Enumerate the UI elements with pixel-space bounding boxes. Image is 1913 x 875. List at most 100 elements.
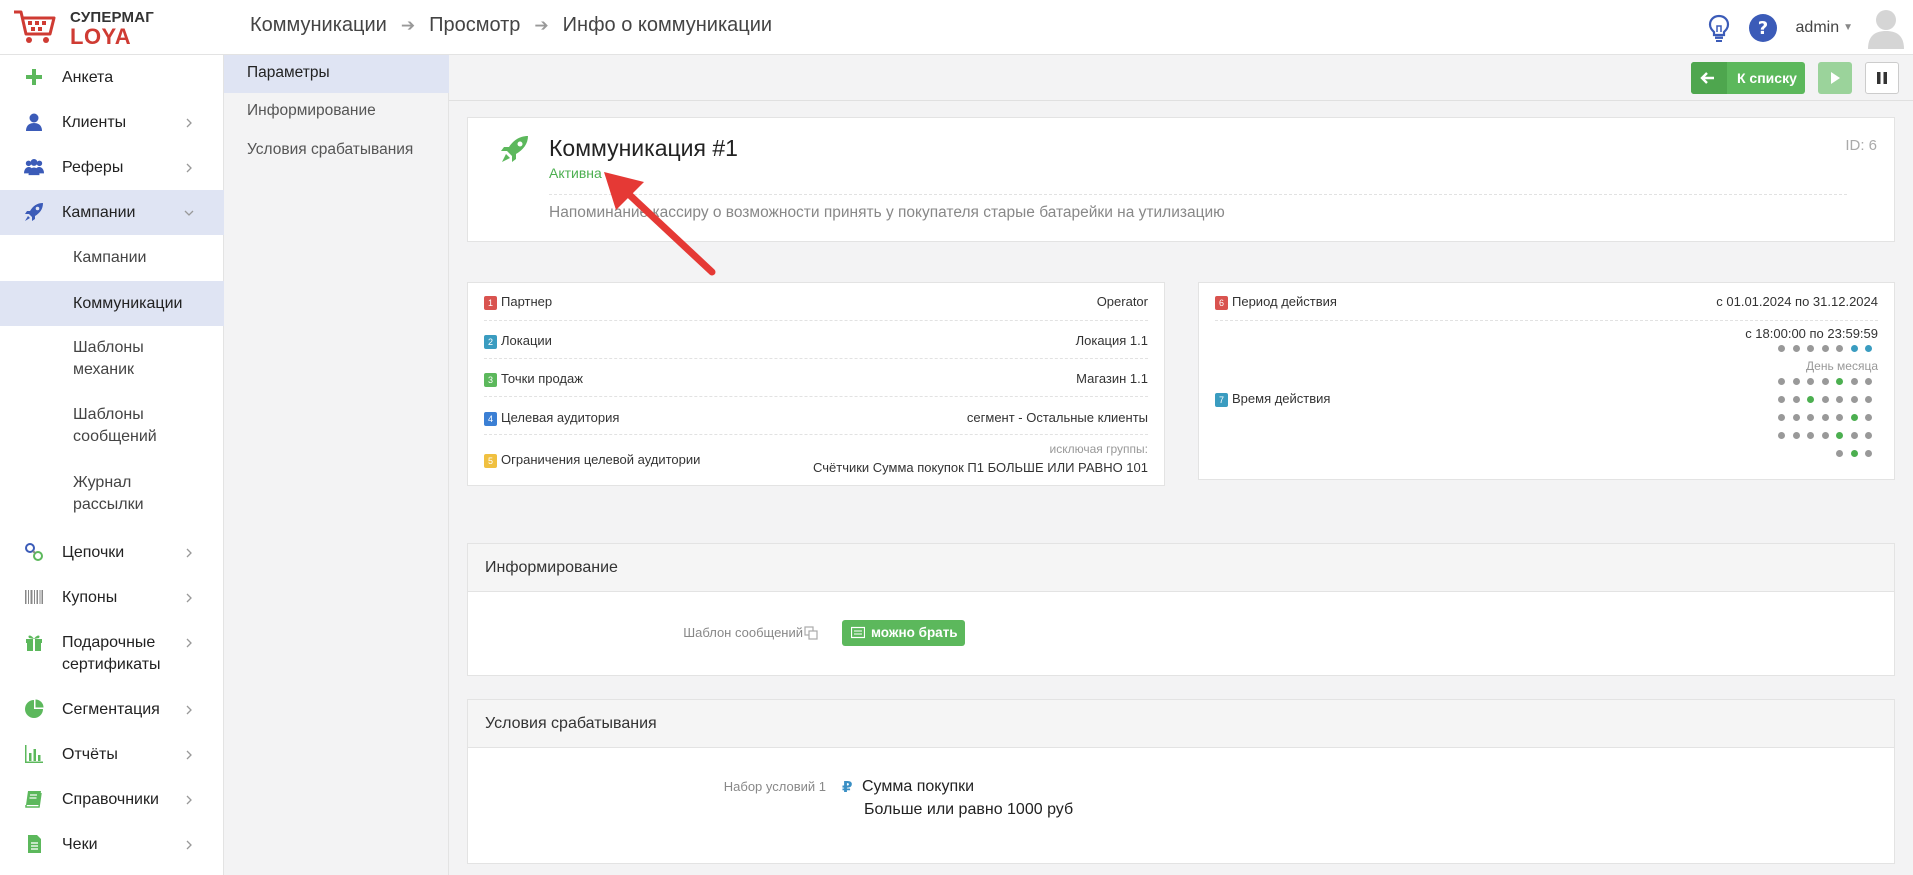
sidebar-item-directories[interactable]: Справочники bbox=[0, 787, 224, 813]
user-menu[interactable]: admin bbox=[1796, 19, 1840, 37]
month-day-dot bbox=[1865, 432, 1872, 439]
param-value: Локация 1.1 bbox=[1075, 333, 1148, 348]
sidebar-subitem-message-templates[interactable]: Шаблоны сообщений bbox=[0, 403, 224, 451]
communication-description: Напоминание кассиру о возможности принят… bbox=[549, 204, 1225, 221]
param-value: с 18:00:00 по 23:59:59 bbox=[1745, 326, 1878, 341]
plus-icon bbox=[26, 69, 42, 85]
sidebar-item-clients[interactable]: Клиенты bbox=[0, 110, 224, 136]
users-icon bbox=[24, 159, 44, 176]
run-button[interactable] bbox=[1818, 62, 1852, 94]
month-day-dot bbox=[1821, 432, 1829, 439]
barcode-icon bbox=[25, 590, 43, 604]
weekday-dot bbox=[1792, 345, 1800, 352]
arrow-right-icon: ➔ bbox=[534, 15, 549, 35]
sidebar-subitem-mailing-log[interactable]: Журнал рассылки bbox=[0, 471, 224, 519]
breadcrumb-item-communications[interactable]: Коммуникации bbox=[250, 14, 387, 37]
sidebar-item-segmentation[interactable]: Сегментация bbox=[0, 697, 224, 723]
caret-down-icon[interactable]: ▼ bbox=[1843, 22, 1853, 33]
chain-icon bbox=[25, 543, 43, 561]
param-value: Счётчики Сумма покупок П1 БОЛЬШЕ ИЛИ РАВ… bbox=[813, 460, 1148, 475]
section-tab-informing[interactable]: Информирование bbox=[224, 93, 449, 131]
month-day-dot bbox=[1807, 396, 1814, 403]
avatar[interactable] bbox=[1867, 7, 1905, 49]
arrow-right-icon: ➔ bbox=[400, 15, 416, 35]
month-day-dot bbox=[1792, 414, 1800, 421]
sidebar-item-reports[interactable]: Отчёты bbox=[0, 742, 224, 768]
param-row-time: 7 Время действия с 18:00:00 по 23:59:59 Д… bbox=[1215, 321, 1878, 479]
param-number-badge: 1 bbox=[484, 295, 497, 310]
chevron-right-icon bbox=[186, 840, 192, 850]
pie-chart-icon bbox=[25, 699, 44, 718]
sidebar-item-campaigns[interactable]: Кампании bbox=[0, 190, 224, 235]
param-label-text: Целевая аудитория bbox=[501, 410, 620, 425]
panel-header: Информирование bbox=[468, 544, 1894, 592]
sidebar-item-label: Цепочки bbox=[62, 544, 125, 561]
sidebar-item-label: Купоны bbox=[62, 589, 118, 606]
param-label: 7 Время действия bbox=[1215, 391, 1330, 407]
param-value: с 01.01.2024 по 31.12.2024 bbox=[1716, 294, 1878, 309]
breadcrumb-item-view[interactable]: Просмотр bbox=[429, 14, 520, 37]
pause-button[interactable] bbox=[1865, 62, 1899, 94]
param-row-points-of-sale: 3 Точки продаж Магазин 1.1 bbox=[484, 359, 1148, 397]
section-tab-conditions[interactable]: Условия срабатывания bbox=[224, 132, 449, 170]
chevron-right-icon bbox=[186, 795, 192, 805]
sidebar-item-label: Чеки bbox=[62, 836, 98, 853]
param-label: 6 Период действия bbox=[1215, 294, 1337, 310]
month-day-dots bbox=[1778, 378, 1872, 464]
communication-title: Коммуникация #1 bbox=[549, 135, 738, 161]
month-day-dot bbox=[1850, 432, 1858, 439]
breadcrumb-item-info: Инфо о коммуникации bbox=[562, 14, 773, 36]
sidebar-item-survey[interactable]: Анкета bbox=[0, 65, 224, 91]
lightbulb-icon[interactable] bbox=[1704, 13, 1734, 43]
month-day-dot bbox=[1807, 432, 1814, 439]
breadcrumb: Коммуникации ➔ Просмотр ➔ Инфо о коммуни… bbox=[250, 14, 772, 37]
param-row-partner: 1 Партнер Operator bbox=[484, 283, 1148, 321]
play-icon bbox=[1831, 72, 1840, 84]
condition-name: Сумма покупки bbox=[862, 778, 975, 795]
section-tab-label: Условия срабатывания bbox=[247, 141, 414, 158]
user-icon bbox=[26, 113, 42, 131]
chevron-right-icon bbox=[186, 163, 192, 173]
toolbar: К списку bbox=[449, 55, 1913, 101]
section-nav: Параметры Информирование Условия срабаты… bbox=[224, 55, 449, 875]
sidebar-subitem-label: Кампании bbox=[73, 249, 147, 266]
month-day-dot bbox=[1850, 396, 1858, 403]
logo[interactable]: СУПЕРМАГ LOYA bbox=[12, 6, 212, 50]
param-label: 1 Партнер bbox=[484, 294, 552, 310]
parameters-panel-right: 6 Период действия с 01.01.2024 по 31.12.2… bbox=[1198, 282, 1895, 480]
back-to-list-label: К списку bbox=[1737, 70, 1797, 86]
help-icon[interactable]: ? bbox=[1748, 13, 1778, 43]
month-day-dot bbox=[1850, 378, 1858, 385]
section-tab-parameters[interactable]: Параметры bbox=[224, 55, 449, 93]
sidebar-subitem-label: Журнал рассылки bbox=[73, 474, 144, 513]
weekday-dot bbox=[1836, 345, 1843, 352]
sidebar-item-referrers[interactable]: Реферы bbox=[0, 155, 224, 181]
sidebar-item-gift-certificates[interactable]: Подарочные сертификаты bbox=[0, 630, 224, 678]
chevron-right-icon bbox=[186, 118, 192, 128]
param-label-text: Ограничения целевой аудитории bbox=[501, 452, 701, 467]
param-number-badge: 4 bbox=[484, 411, 497, 426]
weekday-dot bbox=[1865, 345, 1872, 352]
month-day-dot bbox=[1792, 378, 1800, 385]
month-day-dot bbox=[1792, 396, 1800, 403]
arrow-left-icon bbox=[1691, 62, 1727, 94]
sidebar-item-receipts[interactable]: Чеки bbox=[0, 832, 224, 858]
month-day-dot bbox=[1778, 396, 1785, 403]
chevron-right-icon bbox=[186, 638, 192, 648]
sidebar-subitem-campaigns[interactable]: Кампании bbox=[0, 245, 224, 271]
copy-icon[interactable] bbox=[804, 626, 818, 640]
message-template-button[interactable]: можно брать bbox=[842, 620, 965, 646]
param-value: Магазин 1.1 bbox=[1076, 371, 1148, 386]
sidebar-item-label: Кампании bbox=[62, 204, 136, 221]
sidebar-item-chains[interactable]: Цепочки bbox=[0, 540, 224, 566]
back-to-list-button[interactable]: К списку bbox=[1691, 62, 1805, 94]
month-day-dot bbox=[1778, 414, 1785, 421]
param-number-badge: 7 bbox=[1215, 392, 1228, 407]
sidebar-subitem-label: Коммуникации bbox=[73, 295, 183, 312]
param-label: 4 Целевая аудитория bbox=[484, 410, 619, 426]
parameters-panel-left: 1 Партнер Operator 2 Локации Локация 1.1 3… bbox=[467, 282, 1165, 486]
sidebar-item-coupons[interactable]: Купоны bbox=[0, 585, 224, 611]
receipt-icon bbox=[28, 835, 41, 853]
sidebar-subitem-communications[interactable]: Коммуникации bbox=[0, 281, 224, 326]
sidebar-subitem-mechanic-templates[interactable]: Шаблоны механик bbox=[0, 336, 224, 384]
